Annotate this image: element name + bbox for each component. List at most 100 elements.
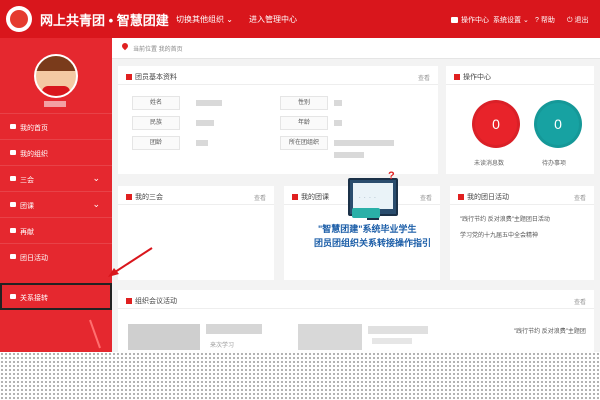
sidebar: 我的首页 我的组织 三会 ⌄ 团课 ⌄ 再献 团日活动 关系接转 [0,38,112,352]
my-activity-card: 我的团日活动 查看 "践行节约 反对浪费"主题团日活动 学习党的十九届五中全会精… [450,186,594,280]
field-value-ethnicity [196,120,214,126]
ops-center-title-text: 操作中心 [463,74,491,81]
admin-center-link[interactable]: 进入管理中心 [249,14,297,25]
org-icon [10,150,16,155]
lesson-icon [292,194,298,201]
meeting-icon [10,176,16,181]
sidebar-item-label: 团课 [20,203,34,210]
field-value-age [334,120,342,126]
meeting-thumbnail[interactable] [128,324,200,350]
sidebar-item-label: 我的首页 [20,125,48,132]
image-artifact-region [0,352,600,400]
help-link[interactable]: ? 帮助 [535,15,555,25]
my-three-meetings-title-text: 我的三会 [135,194,163,201]
location-pin-icon [120,41,130,51]
switch-org-label: 切换其他组织 [176,15,224,24]
field-label-gender: 性别 [280,96,328,110]
my-three-meetings-title: 我的三会 [126,192,163,202]
member-info-card: 团员基本资料 查看 姓名 民族 团龄 性别 年龄 所在团组织 [118,66,438,174]
youth-league-logo [6,6,32,32]
annotation-arrow [108,247,153,277]
switch-org-link[interactable]: 切换其他组织 ⌄ [176,14,233,25]
field-value-name [196,100,222,106]
sidebar-item-three-meetings[interactable]: 三会 ⌄ [0,165,112,192]
sidebar-item-label: 关系接转 [20,295,48,302]
field-label-age: 年龄 [280,116,328,130]
sys-settings-link[interactable]: 系统设置 ⌄ [493,15,529,25]
sidebar-item-lessons[interactable]: 团课 ⌄ [0,191,112,218]
logout-link[interactable]: ⏻ 退出 [567,15,589,25]
field-label-ethnicity: 民族 [132,116,180,130]
promo-subheadline[interactable]: 团员团组织关系转接操作指引 [314,236,431,249]
sidebar-item-label: 团日活动 [20,255,48,262]
my-lessons-title: 我的团课 [292,192,329,202]
username-placeholder [44,101,66,107]
sidebar-item-relation-transfer[interactable]: 关系接转 [0,283,112,310]
power-icon: ⏻ [567,17,573,24]
list-item[interactable]: "践行节约 反对浪费"主题团日活动 [460,214,550,223]
field-value-league-age [196,140,208,146]
message-icon [451,17,458,24]
todo-label: 待办事项 [542,161,567,167]
org-meetings-title: 组织会议活动 [126,296,177,306]
org-meetings-more-link[interactable]: 查看 [574,297,586,306]
org-meetings-title-text: 组织会议活动 [135,298,177,305]
annotation-arrow [89,319,101,349]
chevron-down-icon: ⌄ [92,173,100,183]
field-label-league-age: 团龄 [132,136,180,150]
todo-count-circle[interactable]: 0 [534,100,582,148]
id-card-icon [126,74,132,81]
my-activity-more-link[interactable]: 查看 [574,193,586,202]
my-activity-title: 我的团日活动 [458,192,509,202]
sys-settings-label: 系统设置 [493,17,521,24]
sidebar-item-label: 我的组织 [20,151,48,158]
sidebar-item-label: 三会 [20,177,34,184]
sidebar-item-activity-day[interactable]: 团日活动 [0,243,112,270]
ops-center-card: 操作中心 0 0 未读消息数 待办事项 [446,66,594,174]
meeting-title-blur [206,324,262,334]
member-info-title-text: 团员基本资料 [135,74,177,81]
sidebar-item-dedication[interactable]: 再献 [0,217,112,244]
promo-headline[interactable]: "智慧团建"系统毕业学生 [318,222,417,235]
chevron-down-icon: ⌄ [226,15,233,24]
avatar[interactable] [34,54,78,98]
home-icon [10,124,16,129]
meeting-title-blur [368,326,428,334]
my-activity-title-text: 我的团日活动 [467,194,509,201]
book-illustration-icon [352,208,380,218]
calendar-icon [458,194,464,201]
lesson-icon [10,202,16,207]
refresh-icon [10,294,16,299]
my-three-meetings-more-link[interactable]: 查看 [254,193,266,202]
logout-label: 退出 [574,17,589,24]
meeting-thumbnail[interactable] [298,324,362,350]
member-info-more-link[interactable]: 查看 [418,73,430,82]
meeting-icon [126,194,132,201]
member-info-title: 团员基本资料 [126,72,177,82]
calendar-icon [10,254,16,259]
field-value-org-2 [334,152,364,158]
unread-count-circle[interactable]: 0 [472,100,520,148]
chevron-down-icon: ⌄ [522,17,529,24]
app-title: 网上共青团 • 智慧团建 [40,13,169,28]
breadcrumb: 当前位置 我的首页 [112,38,600,59]
help-label: 帮助 [540,17,555,24]
meeting-icon [126,298,132,305]
org-meetings-card: 组织会议活动 查看 来次学习 "践行节约 反对浪费"主题团 [118,290,594,352]
meeting-item-title[interactable]: "践行节约 反对浪费"主题团 [514,326,586,335]
ops-center-label: 操作中心 [461,17,489,24]
breadcrumb-text: 当前位置 我的首页 [133,47,183,53]
my-lessons-more-link[interactable]: 查看 [420,193,432,202]
ops-icon [454,74,460,81]
sidebar-item-home[interactable]: 我的首页 [0,113,112,140]
top-bar: 网上共青团 • 智慧团建 切换其他组织 ⌄ 进入管理中心 操作中心 系统设置 ⌄… [0,0,600,38]
list-item[interactable]: 学习党的十九届五中全会精神 [460,230,538,239]
field-label-org: 所在团组织 [280,136,328,150]
help-icon: ? [535,17,539,24]
meeting-subtext: 来次学习 [210,343,235,349]
ops-center-link[interactable]: 操作中心 [451,15,489,25]
meeting-title-blur [372,338,412,344]
sidebar-item-my-org[interactable]: 我的组织 [0,139,112,166]
chevron-down-icon: ⌄ [92,199,100,209]
field-value-org [334,140,394,146]
